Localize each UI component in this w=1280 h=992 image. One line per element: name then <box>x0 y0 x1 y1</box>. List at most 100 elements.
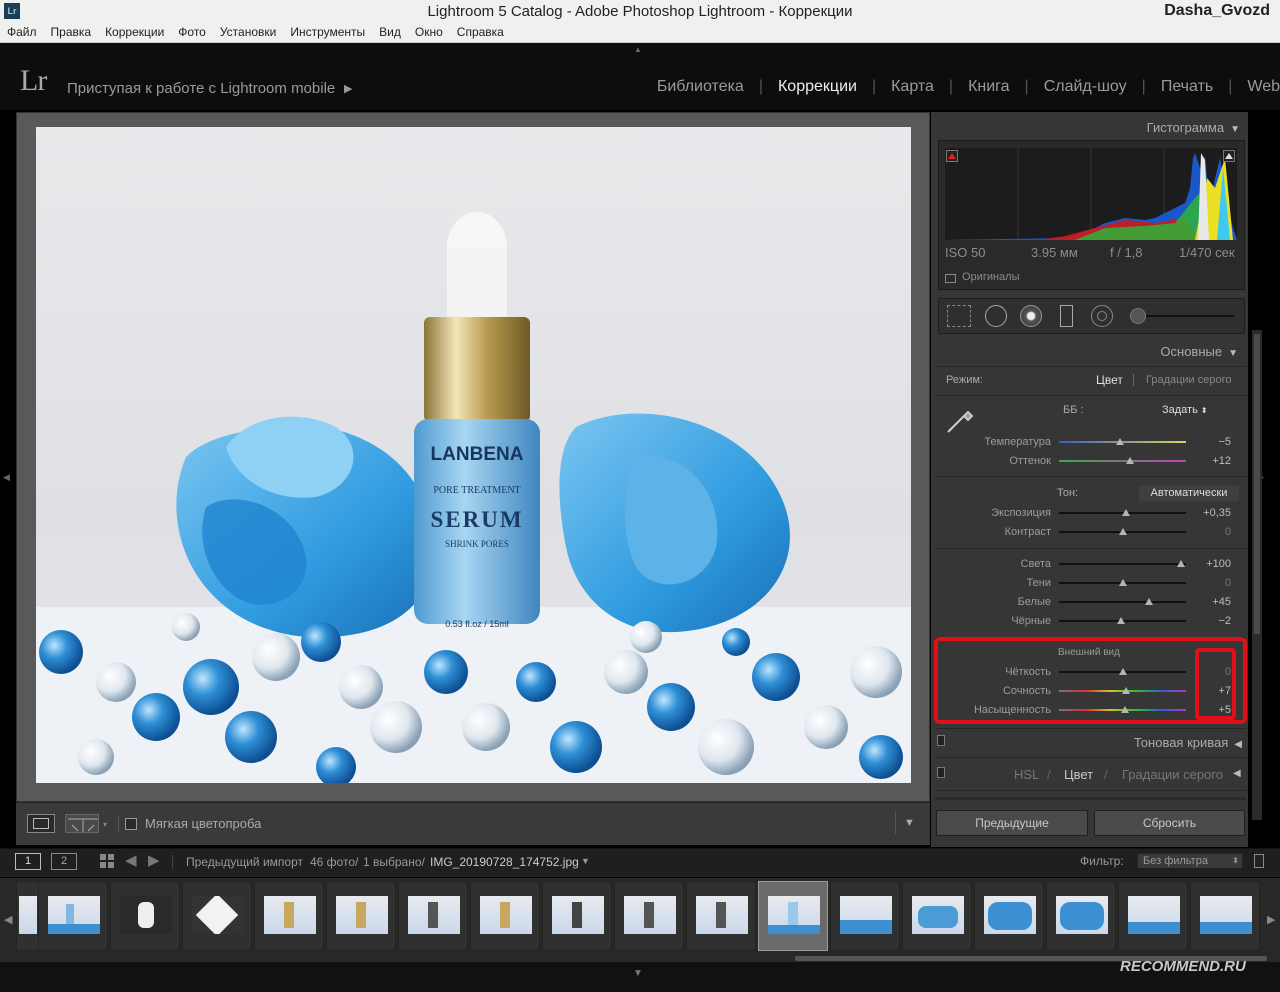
filmstrip-right-arrow-icon[interactable]: ▶ <box>1267 913 1275 926</box>
highlights-track[interactable] <box>1059 563 1186 565</box>
menu-edit[interactable]: Правка <box>51 23 92 42</box>
filmstrip-cell[interactable] <box>16 881 40 951</box>
contrast-value[interactable]: 0 <box>1191 526 1231 538</box>
left-panel-toggle-icon[interactable]: ◀ <box>3 472 10 483</box>
whites-thumb[interactable] <box>1145 598 1154 605</box>
filmstrip-cell[interactable] <box>614 881 684 951</box>
originals-checkbox[interactable] <box>945 274 956 283</box>
menu-file[interactable]: Файл <box>7 23 37 42</box>
temp-value[interactable]: −5 <box>1191 436 1231 448</box>
previous-button[interactable]: Предыдущие <box>936 810 1088 836</box>
filmstrip-cell[interactable] <box>542 881 612 951</box>
file-name[interactable]: IMG_20190728_174752.jpg <box>430 855 579 869</box>
filmstrip-cell[interactable] <box>470 881 540 951</box>
tone-curve-header[interactable]: Тоновая кривая ◀ <box>1134 735 1242 750</box>
exposure-thumb[interactable] <box>1122 509 1131 516</box>
highlight-clipping-icon[interactable] <box>1223 150 1235 162</box>
filter-dropdown[interactable]: Без фильтра ⬍ <box>1137 853 1243 869</box>
panel-switch-icon[interactable] <box>937 735 945 746</box>
crop-tool-icon[interactable] <box>947 305 971 327</box>
histogram-header[interactable]: Гистограмма ▼ <box>1147 120 1240 135</box>
contrast-thumb[interactable] <box>1118 528 1127 535</box>
menu-photo[interactable]: Фото <box>178 23 206 42</box>
tint-value[interactable]: +12 <box>1191 455 1231 467</box>
highlights-thumb[interactable] <box>1176 560 1185 567</box>
before-after-dropdown-icon[interactable]: ▾ <box>103 820 107 829</box>
toolbar-menu-icon[interactable]: ▼ <box>904 817 915 829</box>
menu-settings[interactable]: Установки <box>220 23 276 42</box>
module-book[interactable]: Книга <box>953 78 1024 96</box>
module-print[interactable]: Печать <box>1146 78 1228 96</box>
adjustment-brush-icon[interactable] <box>1130 308 1146 324</box>
eyedropper-icon[interactable] <box>946 402 978 434</box>
histogram-graph[interactable] <box>945 148 1237 240</box>
filmstrip-cell[interactable] <box>830 881 900 951</box>
exposure-value[interactable]: +0,35 <box>1191 507 1231 519</box>
module-slideshow[interactable]: Слайд-шоу <box>1029 78 1142 96</box>
panel-switch-icon[interactable] <box>937 767 945 778</box>
reset-button[interactable]: Сбросить <box>1094 810 1245 836</box>
menu-view[interactable]: Вид <box>379 23 401 42</box>
primary-window-button[interactable]: 1 <box>15 853 41 870</box>
collapse-top-icon[interactable]: ▲ <box>634 45 642 54</box>
filmstrip-cell[interactable] <box>110 881 180 951</box>
collapse-triangle-icon[interactable]: ◀ <box>1233 768 1241 779</box>
wb-preset-dropdown[interactable]: Задать ⬍ <box>1162 404 1208 416</box>
back-arrow-icon[interactable]: ◀ <box>125 851 137 869</box>
soft-proof-checkbox[interactable] <box>125 818 137 830</box>
basic-header[interactable]: Основные ▼ <box>1160 344 1238 359</box>
filmstrip-cell[interactable] <box>254 881 324 951</box>
graduated-filter-icon[interactable] <box>1060 305 1073 327</box>
grid-view-icon[interactable] <box>100 854 114 868</box>
filmstrip-cell[interactable] <box>1190 881 1260 951</box>
module-develop[interactable]: Коррекции <box>763 78 872 96</box>
tint-thumb[interactable] <box>1126 457 1135 464</box>
module-library[interactable]: Библиотека <box>642 78 759 96</box>
filmstrip-cell[interactable] <box>686 881 756 951</box>
brush-amount-track[interactable] <box>1146 315 1234 317</box>
secondary-window-button[interactable]: 2 <box>51 853 77 870</box>
whites-track[interactable] <box>1059 601 1186 603</box>
filmstrip-left-arrow-icon[interactable]: ◀ <box>4 913 12 926</box>
filter-lock-icon[interactable] <box>1254 854 1264 868</box>
whites-value[interactable]: +45 <box>1191 596 1231 608</box>
red-eye-icon[interactable] <box>1020 305 1042 327</box>
file-dropdown-icon[interactable]: ▼ <box>581 856 590 866</box>
filmstrip-cell[interactable] <box>182 881 252 951</box>
highlights-value[interactable]: +100 <box>1191 558 1231 570</box>
mode-color-option[interactable]: Цвет <box>1096 373 1123 387</box>
mode-gray-option[interactable]: Градации серого <box>1146 374 1232 386</box>
auto-tone-button[interactable]: Автоматически <box>1139 485 1239 501</box>
before-after-icon[interactable] <box>65 814 99 833</box>
loupe-view-icon[interactable] <box>27 814 55 833</box>
play-arrow-icon[interactable]: ▶ <box>344 82 352 95</box>
identity-plate[interactable]: Приступая к работе с Lightroom mobile <box>67 80 335 97</box>
shadow-clipping-icon[interactable] <box>946 150 958 162</box>
collapse-bottom-icon[interactable]: ▼ <box>633 968 643 979</box>
grayscale-tab[interactable]: Градации серого <box>1122 767 1223 782</box>
color-tab[interactable]: Цвет <box>1064 767 1093 782</box>
filmstrip-cell-selected[interactable] <box>758 881 828 951</box>
blacks-thumb[interactable] <box>1117 617 1126 624</box>
source-label[interactable]: Предыдущий импорт <box>186 855 303 869</box>
blacks-value[interactable]: −2 <box>1191 615 1231 627</box>
filmstrip-cell[interactable] <box>974 881 1044 951</box>
menu-window[interactable]: Окно <box>415 23 443 42</box>
filmstrip-cell[interactable] <box>1118 881 1188 951</box>
shadows-thumb[interactable] <box>1118 579 1127 586</box>
filmstrip-cell[interactable] <box>38 881 108 951</box>
module-web[interactable]: Web <box>1232 78 1280 96</box>
right-scrollbar[interactable] <box>1252 330 1262 820</box>
filmstrip-cell[interactable] <box>1046 881 1116 951</box>
menu-develop[interactable]: Коррекции <box>105 23 164 42</box>
filmstrip-cell[interactable] <box>398 881 468 951</box>
menu-help[interactable]: Справка <box>457 23 504 42</box>
hsl-tab[interactable]: HSL <box>1014 767 1039 782</box>
filmstrip-cell[interactable] <box>326 881 396 951</box>
filmstrip-cell[interactable] <box>902 881 972 951</box>
menu-tools[interactable]: Инструменты <box>290 23 365 42</box>
radial-filter-icon[interactable] <box>1091 305 1113 327</box>
spot-removal-icon[interactable] <box>985 305 1007 327</box>
forward-arrow-icon[interactable]: ▶ <box>148 851 160 869</box>
tint-track[interactable] <box>1059 460 1186 462</box>
